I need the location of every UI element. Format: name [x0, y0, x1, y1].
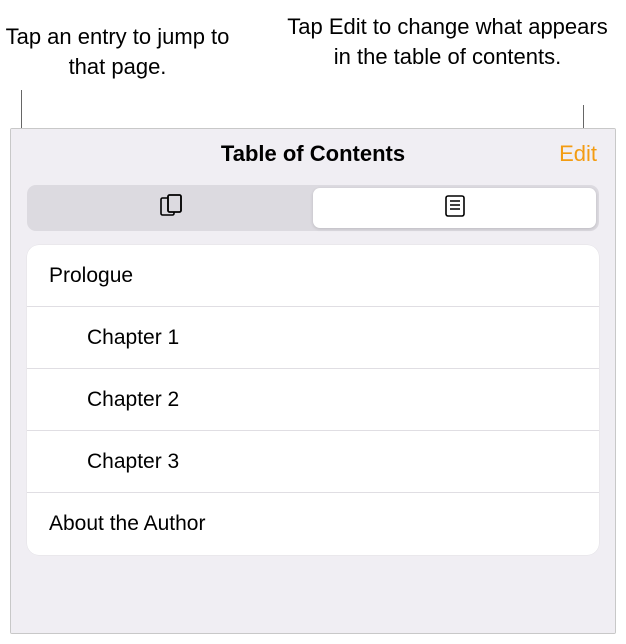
- toc-entry[interactable]: Chapter 1: [27, 307, 599, 369]
- panel-inner: Table of Contents Edit: [11, 129, 615, 633]
- toc-entry-label: Chapter 3: [87, 450, 179, 474]
- toc-panel: Table of Contents Edit: [10, 128, 616, 634]
- toc-list: Prologue Chapter 1 Chapter 2 Chapter 3 A…: [27, 245, 599, 555]
- toc-entry[interactable]: Chapter 3: [27, 431, 599, 493]
- segment-list[interactable]: [313, 188, 596, 228]
- view-segmented-control[interactable]: [27, 185, 599, 231]
- segment-thumbnails[interactable]: [30, 188, 313, 228]
- toc-entry-label: Chapter 1: [87, 326, 179, 350]
- panel-title: Table of Contents: [221, 141, 405, 167]
- toc-entry-label: Prologue: [49, 264, 133, 288]
- edit-button[interactable]: Edit: [559, 141, 597, 167]
- toc-list-icon: [441, 194, 469, 223]
- pages-thumbnails-icon: [158, 194, 186, 223]
- toc-entry[interactable]: About the Author: [27, 493, 599, 555]
- panel-header: Table of Contents Edit: [11, 129, 615, 179]
- toc-entry[interactable]: Chapter 2: [27, 369, 599, 431]
- toc-entry[interactable]: Prologue: [27, 245, 599, 307]
- toc-entry-label: Chapter 2: [87, 388, 179, 412]
- callout-entry-tap: Tap an entry to jump to that page.: [0, 22, 235, 81]
- callout-edit-tap: Tap Edit to change what appears in the t…: [280, 12, 615, 71]
- toc-entry-label: About the Author: [49, 512, 205, 536]
